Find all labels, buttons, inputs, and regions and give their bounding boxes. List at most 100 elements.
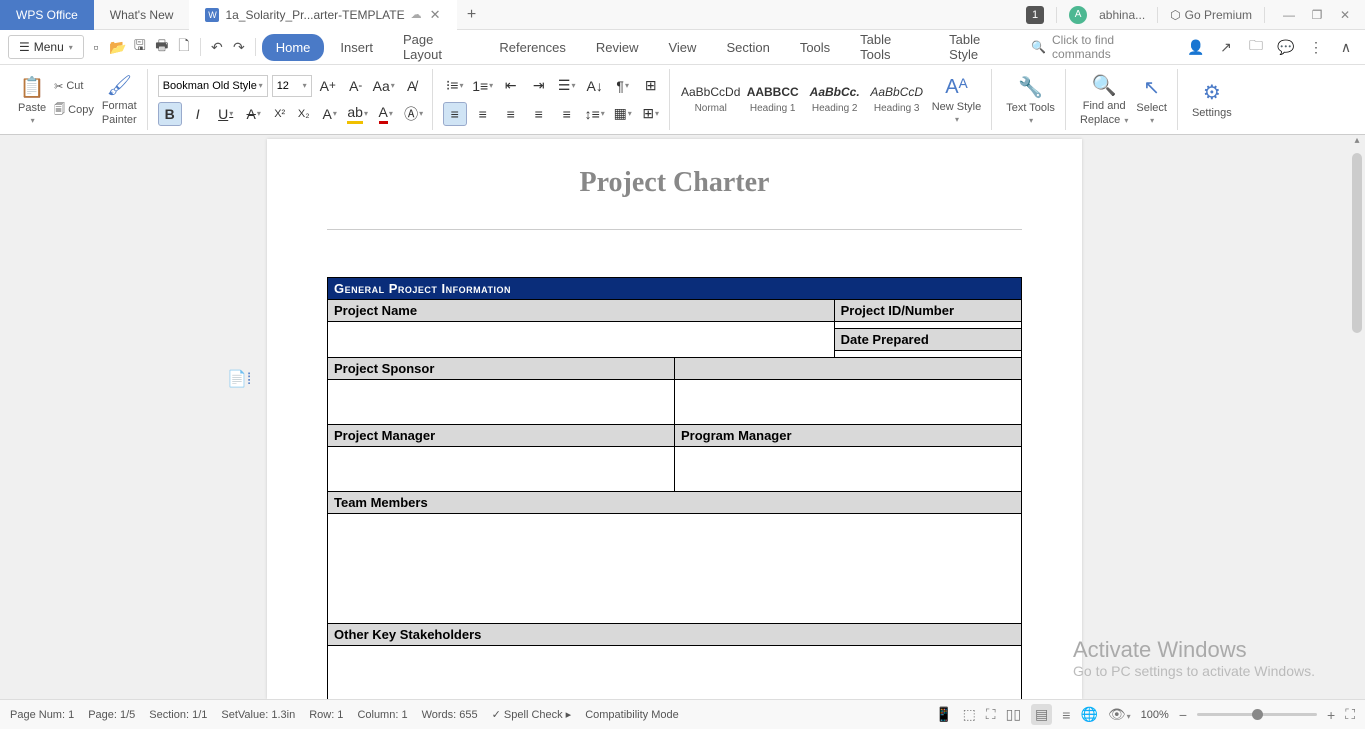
user-name[interactable]: abhina... — [1099, 8, 1145, 22]
status-spell-check[interactable]: ✓ Spell Check ▸ — [492, 708, 572, 721]
zoom-slider[interactable] — [1197, 713, 1317, 716]
phone-view-icon[interactable]: 📱 — [935, 706, 952, 723]
phone-h-icon[interactable]: ⬚ — [963, 706, 976, 723]
increase-font-icon[interactable]: A+ — [316, 74, 340, 98]
tab-table-style[interactable]: Table Style — [935, 26, 1021, 68]
maximize-button[interactable]: ❐ — [1305, 3, 1329, 27]
document-page[interactable]: 📄⁞ Project Charter General Project Infor… — [267, 139, 1082, 699]
document-area[interactable]: 📄⁞ Project Charter General Project Infor… — [0, 135, 1349, 699]
clear-format-icon[interactable]: A̸ — [400, 74, 424, 98]
status-row[interactable]: Row: 1 — [309, 709, 343, 721]
increase-indent-button[interactable]: ⇥ — [527, 74, 551, 98]
bold-button[interactable]: B — [158, 102, 182, 126]
save-icon[interactable]: 🖫 — [130, 36, 150, 58]
change-case-icon[interactable]: Aa▾ — [372, 74, 396, 98]
print-icon[interactable]: 🖶 — [152, 36, 172, 58]
redo-icon[interactable]: ↷ — [229, 36, 249, 58]
tab-review[interactable]: Review — [582, 34, 653, 61]
cell-project-sponsor[interactable] — [328, 380, 675, 425]
new-icon[interactable]: ▫ — [86, 36, 106, 58]
minimize-button[interactable]: — — [1277, 3, 1301, 27]
sort-button[interactable]: A↓ — [583, 74, 607, 98]
tab-tools[interactable]: Tools — [786, 34, 844, 61]
zoom-in-button[interactable]: + — [1327, 707, 1335, 723]
style-normal[interactable]: AaBbCcDdNormal — [680, 72, 742, 128]
font-name-select[interactable]: Bookman Old Style▾ — [158, 75, 268, 97]
preview-icon[interactable]: 🗋 — [174, 36, 194, 58]
status-column[interactable]: Column: 1 — [357, 709, 407, 721]
comment-icon[interactable]: 💬 — [1275, 36, 1297, 58]
scroll-up-icon[interactable]: ▴ — [1349, 135, 1365, 151]
cell-stakeholders[interactable] — [328, 646, 1022, 700]
find-replace-button[interactable]: 🔍Find andReplace ▾ — [1076, 73, 1132, 126]
tabs-button[interactable]: ⊞ — [639, 74, 663, 98]
go-premium-button[interactable]: ⬡ Go Premium — [1170, 8, 1252, 22]
paste-button[interactable]: 📋Paste▾ — [14, 75, 50, 125]
cut-button[interactable]: ✂ Cut — [50, 78, 98, 95]
format-painter-button[interactable]: 🖌FormatPainter — [98, 73, 141, 126]
zoom-out-button[interactable]: − — [1179, 707, 1187, 723]
status-page[interactable]: Page: 1/5 — [88, 709, 135, 721]
more-icon[interactable]: ⋮ — [1305, 36, 1327, 58]
cell-program-manager[interactable] — [675, 447, 1022, 492]
text-effect-button[interactable]: A▾ — [318, 102, 342, 126]
wps-tab[interactable]: WPS Office — [0, 0, 94, 30]
menu-button[interactable]: ☰ Menu ▾ — [8, 35, 84, 59]
underline-button[interactable]: U▾ — [214, 102, 238, 126]
tab-section[interactable]: Section — [712, 34, 783, 61]
fullscreen-icon[interactable]: ⛶ — [986, 706, 996, 723]
new-style-button[interactable]: AᴬNew Style▾ — [928, 76, 986, 124]
print-layout-icon[interactable]: ▤ — [1031, 704, 1052, 725]
status-section[interactable]: Section: 1/1 — [149, 709, 207, 721]
strikethrough-button[interactable]: A▾ — [242, 102, 266, 126]
notification-badge[interactable]: 1 — [1026, 6, 1044, 24]
vertical-scrollbar[interactable]: ▴ — [1349, 135, 1365, 699]
settings-button[interactable]: ⚙Settings — [1188, 80, 1236, 119]
font-color-button[interactable]: A▾ — [374, 102, 398, 126]
status-setvalue[interactable]: SetValue: 1.3in — [221, 709, 295, 721]
align-center-button[interactable]: ≡ — [471, 102, 495, 126]
project-info-table[interactable]: General Project Information Project Name… — [327, 277, 1022, 699]
style-heading3[interactable]: AaBbCcDHeading 3 — [866, 72, 928, 128]
find-commands[interactable]: 🔍 Click to find commands — [1023, 29, 1171, 65]
tab-page-layout[interactable]: Page Layout — [389, 26, 483, 68]
collapse-ribbon-icon[interactable]: ∧ — [1335, 36, 1357, 58]
show-marks-button[interactable]: ¶▾ — [611, 74, 635, 98]
status-words[interactable]: Words: 655 — [422, 709, 478, 721]
web-layout-icon[interactable]: 🌐 — [1080, 706, 1097, 723]
distribute-button[interactable]: ≡ — [555, 102, 579, 126]
bullets-button[interactable]: ⁝≡▾ — [443, 74, 467, 98]
line-spacing-button[interactable]: ↕≡▾ — [583, 102, 607, 126]
tab-references[interactable]: References — [485, 34, 579, 61]
open-icon[interactable]: 📂 — [108, 36, 128, 58]
cell-date-prepared[interactable] — [834, 351, 1021, 358]
add-tab-button[interactable]: + — [457, 6, 487, 24]
status-page-num[interactable]: Page Num: 1 — [10, 709, 74, 721]
zoom-value[interactable]: 100% — [1141, 709, 1169, 721]
decrease-indent-button[interactable]: ⇤ — [499, 74, 523, 98]
style-heading1[interactable]: AABBCCHeading 1 — [742, 72, 804, 128]
tab-insert[interactable]: Insert — [326, 34, 387, 61]
select-button[interactable]: ↖Select▾ — [1132, 75, 1171, 125]
cell-project-id[interactable] — [834, 322, 1021, 329]
cell-project-manager[interactable] — [328, 447, 675, 492]
justify-button[interactable]: ≡ — [527, 102, 551, 126]
highlight-button[interactable]: ab▾ — [346, 102, 370, 126]
scroll-thumb[interactable] — [1352, 153, 1362, 333]
avatar[interactable]: A — [1069, 6, 1087, 24]
font-outline-button[interactable]: Ⓐ▾ — [402, 102, 426, 126]
status-compat[interactable]: Compatibility Mode — [585, 709, 679, 721]
borders-button[interactable]: ⊞▾ — [639, 102, 663, 126]
read-layout-icon[interactable]: ▯▯ — [1006, 706, 1021, 723]
align-right-button[interactable]: ≡ — [499, 102, 523, 126]
close-tab-icon[interactable]: ✕ — [430, 7, 441, 23]
user-icon[interactable]: 👤 — [1185, 36, 1207, 58]
superscript-button[interactable]: X² — [270, 102, 290, 126]
tab-home[interactable]: Home — [262, 34, 325, 61]
outline-icon[interactable]: ≡ — [1062, 707, 1070, 723]
italic-button[interactable]: I — [186, 102, 210, 126]
font-size-select[interactable]: 12▾ — [272, 75, 312, 97]
zoom-thumb[interactable] — [1252, 709, 1263, 720]
style-heading2[interactable]: AaBbCc.Heading 2 — [804, 72, 866, 128]
eye-icon[interactable]: 👁▾ — [1108, 706, 1131, 723]
